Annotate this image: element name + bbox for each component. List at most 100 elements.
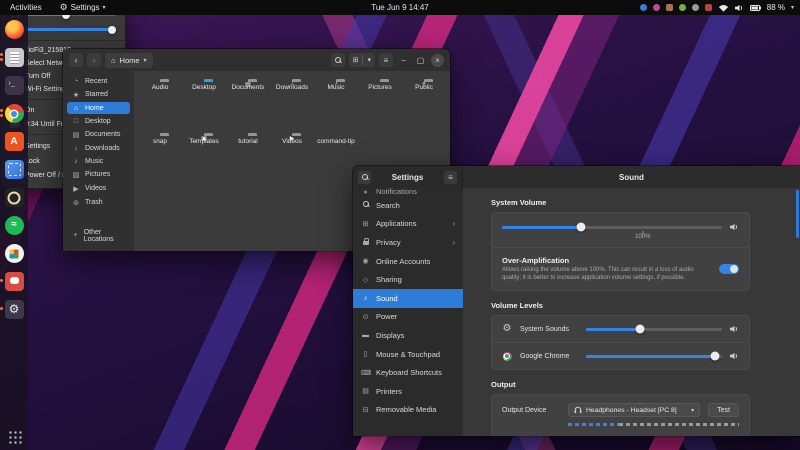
dock-settings[interactable]: ⚙ — [5, 300, 24, 319]
sidebar-item-documents[interactable]: ▤Documents — [67, 128, 130, 141]
slider-thumb[interactable] — [108, 26, 116, 34]
sidebar-item-starred[interactable]: ★Starred — [67, 88, 130, 101]
tray-icon-4[interactable] — [679, 4, 686, 11]
sidebar-item-mouse-touchpad[interactable]: ▯Mouse & Touchpad — [353, 345, 463, 364]
share-icon: ◇ — [361, 276, 370, 284]
folder-templates[interactable]: ▣Templates — [182, 132, 226, 184]
folder-videos[interactable]: ▶Videos — [270, 132, 314, 184]
sidebar-item-other-locations[interactable]: +Other Locations — [67, 226, 130, 245]
system-menu-caret-icon[interactable]: ▾ — [791, 4, 794, 11]
sidebar-item-home[interactable]: ⌂Home — [67, 102, 130, 114]
removable-media-icon: ⊟ — [361, 406, 370, 414]
over-amplification-toggle[interactable] — [719, 264, 739, 274]
sidebar-item-online-accounts[interactable]: ◉Online Accounts — [353, 252, 463, 271]
sidebar-item-downloads[interactable]: ↓Downloads — [67, 142, 130, 154]
battery-percent: 88 % — [767, 3, 785, 12]
slider-thumb[interactable] — [711, 352, 720, 361]
video-icon: ▶ — [72, 185, 80, 193]
slider-thumb[interactable] — [577, 223, 586, 232]
app-menu[interactable]: ⚙ Settings ▾ — [60, 3, 106, 12]
sidebar-item-music[interactable]: ♪Music — [67, 155, 130, 167]
sidebar-item-notifications[interactable]: ●Notifications — [353, 188, 463, 196]
sidebar-item-recent[interactable]: ◔Recent — [67, 75, 130, 87]
sidebar-item-search[interactable]: Search — [353, 196, 463, 215]
home-icon: ⌂ — [72, 105, 80, 112]
folder-tutorial[interactable]: tutorial — [226, 132, 270, 184]
folder-public[interactable]: «Public — [402, 78, 446, 130]
dock-firefox[interactable] — [5, 20, 24, 39]
desktop-icon: □ — [72, 118, 80, 125]
power-icon: ⊙ — [361, 313, 370, 321]
show-applications-button[interactable] — [7, 429, 22, 444]
dock-media-player[interactable] — [5, 188, 24, 207]
search-icon — [363, 201, 369, 207]
volume-tick-label: 100% — [635, 234, 650, 240]
sidebar-item-removable-media[interactable]: ⊟Removable Media — [353, 401, 463, 420]
sound-panel: System Volume 100% Over-Amplification Al… — [463, 188, 800, 436]
search-button[interactable] — [331, 53, 345, 67]
folder-documents[interactable]: ▤Documents — [226, 78, 270, 130]
sidebar-item-sound[interactable]: ♪Sound — [353, 289, 463, 308]
maximize-button[interactable]: ▢ — [414, 54, 427, 67]
dock-chat[interactable] — [5, 272, 24, 291]
activities-button[interactable]: Activities — [6, 3, 46, 12]
tray-icon-2[interactable] — [653, 4, 660, 11]
google-chrome-slider[interactable] — [586, 355, 722, 358]
tray-icon-5[interactable] — [692, 4, 699, 11]
tray-icon-1[interactable] — [640, 4, 647, 11]
system-volume-slider[interactable]: 100% — [502, 226, 722, 229]
back-button[interactable]: ‹ — [69, 53, 83, 67]
sidebar-item-desktop[interactable]: □Desktop — [67, 115, 130, 127]
printer-icon: ▤ — [361, 387, 370, 395]
sidebar-item-applications[interactable]: ⊞Applications› — [353, 215, 463, 234]
dock-screen-tool[interactable] — [5, 160, 24, 179]
dock-terminal[interactable] — [5, 76, 24, 95]
sidebar-item-power[interactable]: ⊙Power — [353, 308, 463, 327]
folder-downloads[interactable]: ↓Downloads — [270, 78, 314, 130]
output-level-meter — [568, 423, 739, 426]
dock-spotify[interactable]: ≈ — [5, 216, 24, 235]
tray-icon-3[interactable] — [666, 4, 673, 11]
over-amplification-description: Allows raising the volume above 100%. Th… — [502, 267, 711, 282]
close-button[interactable]: × — [431, 54, 444, 67]
settings-menu-button[interactable]: ≡ — [444, 171, 457, 184]
chevron-down-icon: ▾ — [144, 57, 147, 64]
folder-audio[interactable]: Audio — [138, 78, 182, 130]
headphones-icon — [574, 406, 582, 414]
sidebar-item-pictures[interactable]: ▨Pictures — [67, 168, 130, 181]
system-sounds-slider[interactable] — [586, 328, 722, 331]
home-icon: ⌂ — [111, 56, 116, 65]
settings-title: Settings — [371, 173, 444, 182]
scrollbar[interactable] — [796, 190, 799, 238]
search-icon — [335, 57, 341, 63]
sidebar-item-keyboard-shortcuts[interactable]: ⌨Keyboard Shortcuts — [353, 363, 463, 382]
dock-ubuntu-software[interactable]: A — [5, 132, 24, 151]
sidebar-item-sharing[interactable]: ◇Sharing — [353, 270, 463, 289]
sidebar-item-displays[interactable]: ▬Displays — [353, 326, 463, 345]
chevron-down-icon: ▾ — [103, 4, 106, 11]
dock-office[interactable] — [5, 244, 24, 263]
dock-chrome[interactable] — [5, 104, 24, 123]
path-button[interactable]: ⌂ Home ▾ — [105, 53, 153, 68]
settings-search-button[interactable] — [358, 171, 371, 184]
tray-icon-6[interactable] — [705, 4, 712, 11]
output-device-dropdown[interactable]: Headphones - Headset [PC 8] ▾ — [568, 403, 700, 417]
keyboard-icon: ⌨ — [361, 369, 370, 377]
forward-button[interactable]: › — [87, 53, 101, 67]
search-icon — [362, 174, 368, 180]
menu-brightness-slider[interactable] — [25, 28, 116, 31]
sidebar-item-trash[interactable]: ⊘Trash — [67, 196, 130, 209]
sidebar-item-printers[interactable]: ▤Printers — [353, 382, 463, 401]
view-toggle[interactable]: ⊞▾ — [349, 53, 375, 67]
sidebar-item-videos[interactable]: ▶Videos — [67, 182, 130, 195]
minimize-button[interactable]: − — [397, 54, 410, 67]
dock-text-editor[interactable] — [5, 48, 24, 67]
slider-thumb[interactable] — [636, 325, 645, 334]
folder-desktop[interactable]: Desktop — [182, 78, 226, 130]
folder-music[interactable]: ♪Music — [314, 78, 358, 130]
folder-pictures[interactable]: Pictures — [358, 78, 402, 130]
folder-snap[interactable]: snap — [138, 132, 182, 184]
test-button[interactable]: Test — [708, 403, 739, 417]
menu-button[interactable]: ≡ — [379, 53, 393, 67]
sidebar-item-privacy[interactable]: Privacy› — [353, 233, 463, 252]
